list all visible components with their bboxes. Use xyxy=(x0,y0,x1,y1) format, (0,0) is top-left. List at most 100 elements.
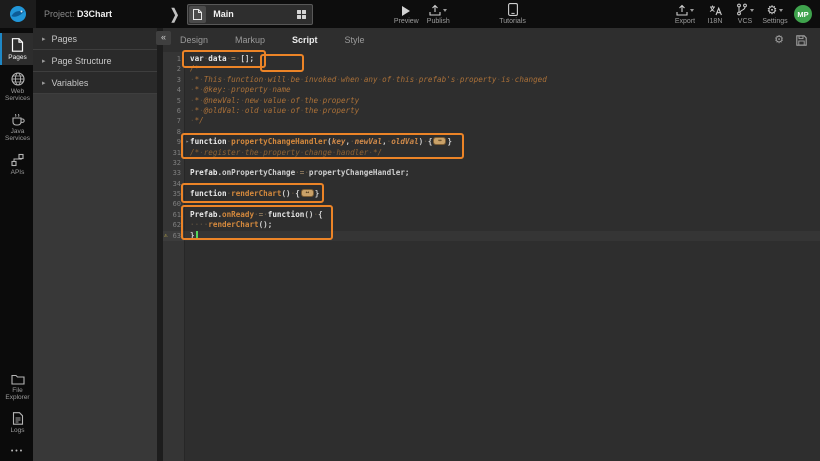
code-line[interactable]: 31/*·register·the·property·change·handle… xyxy=(163,148,820,158)
branch-icon xyxy=(736,3,748,16)
code-text: var·data·=·[]; xyxy=(185,54,254,64)
code-text: ····renderChart(); xyxy=(185,220,272,230)
translate-icon xyxy=(709,4,722,16)
editor-settings-gear-icon[interactable]: ⚙ xyxy=(774,35,784,46)
code-text: function·renderChart()·{↔} xyxy=(185,189,319,199)
code-line[interactable]: 34 xyxy=(163,179,820,189)
code-line[interactable]: 60 xyxy=(163,199,820,209)
pages-panel: ▸ Pages ▸ Page Structure ▸ Variables xyxy=(33,28,157,461)
settings-button[interactable]: ⚙ Settings xyxy=(762,4,788,25)
page-tab-main[interactable]: Main xyxy=(187,4,313,25)
tab-design[interactable]: Design xyxy=(180,35,208,45)
code-line[interactable]: 33Prefab.onPropertyChange·=·propertyChan… xyxy=(163,168,820,178)
preview-button[interactable]: Preview xyxy=(393,4,419,25)
code-line[interactable]: 6·*·@oldVal:·old·value·of·the·property xyxy=(163,106,820,116)
line-number: 1 xyxy=(163,54,185,64)
export-button[interactable]: Export xyxy=(672,4,698,25)
chevron-down-icon xyxy=(443,9,447,12)
line-number: 9▸ xyxy=(163,137,185,147)
panel-empty-area xyxy=(33,94,157,461)
vcs-label: VCS xyxy=(738,18,752,25)
globe-icon xyxy=(11,72,25,86)
code-text xyxy=(185,179,190,189)
breadcrumb-chevron-icon[interactable]: ❯ xyxy=(170,6,179,23)
line-number: 60 xyxy=(163,199,185,209)
settings-label: Settings xyxy=(762,18,787,25)
line-number: 33 xyxy=(163,168,185,178)
gear-icon: ⚙ xyxy=(767,4,778,16)
code-line[interactable]: 4·*·@key:·property·name xyxy=(163,85,820,95)
save-icon[interactable] xyxy=(796,35,807,46)
code-text: ·*/ xyxy=(185,116,204,126)
code-text: ·*·@key:·property·name xyxy=(185,85,291,95)
log-file-icon xyxy=(12,412,24,425)
rail-item-java-services[interactable]: Java Services xyxy=(0,108,33,146)
tutorials-button[interactable]: Tutorials xyxy=(499,4,526,25)
line-number: 6 xyxy=(163,106,185,116)
panel-section-page-structure[interactable]: ▸ Page Structure xyxy=(33,50,157,72)
code-text: ·*·@newVal:·new·value·of·the·property xyxy=(185,96,359,106)
tab-script[interactable]: Script xyxy=(292,35,318,45)
code-line[interactable]: 5·*·@newVal:·new·value·of·the·property xyxy=(163,96,820,106)
rail-item-pages[interactable]: Pages xyxy=(0,33,33,65)
chevron-down-icon xyxy=(690,9,694,12)
code-line[interactable]: 35function·renderChart()·{↔} xyxy=(163,189,820,199)
line-number: 34 xyxy=(163,179,185,189)
code-line[interactable]: 2/* xyxy=(163,64,820,74)
more-options-icon[interactable]: ••• xyxy=(9,440,24,461)
panel-section-pages[interactable]: ▸ Pages xyxy=(33,28,157,50)
rail-item-logs[interactable]: Logs xyxy=(0,407,33,438)
app-window: Project: D3Chart ❯ Main Preview Publish xyxy=(0,0,820,461)
panel-section-label: Variables xyxy=(52,78,89,88)
code-line[interactable]: 7·*/ xyxy=(163,116,820,126)
code-line[interactable]: ⚠63} xyxy=(163,231,820,241)
code-line[interactable]: 61Prefab.onReady·=·function()·{ xyxy=(163,210,820,220)
script-editor[interactable]: 1var·data·=·[];2/*3·*·This·function·will… xyxy=(163,52,820,461)
chevron-down-icon xyxy=(750,9,754,12)
user-avatar[interactable]: MP xyxy=(794,5,812,23)
export-icon xyxy=(676,4,688,16)
code-line[interactable]: 62····renderChart(); xyxy=(163,220,820,230)
tutorials-icon xyxy=(508,3,518,16)
i18n-button[interactable]: I18N xyxy=(702,4,728,25)
rail-item-apis[interactable]: APIs xyxy=(0,148,33,180)
panel-collapse-button[interactable]: « xyxy=(156,31,171,45)
rail-label: Java Services xyxy=(2,128,33,142)
publish-button[interactable]: Publish xyxy=(425,4,451,25)
tab-style[interactable]: Style xyxy=(345,35,365,45)
grid-view-icon[interactable] xyxy=(297,10,306,19)
code-line[interactable]: 3·*·This·function·will·be·invoked·when·a… xyxy=(163,75,820,85)
page-icon xyxy=(189,6,206,23)
code-line[interactable]: 9▸function·propertyChangeHandler(key,·ne… xyxy=(163,137,820,147)
code-line[interactable]: 1var·data·=·[]; xyxy=(163,54,820,64)
folded-code-widget[interactable]: ↔ xyxy=(301,189,314,197)
vcs-button[interactable]: VCS xyxy=(732,4,758,25)
rail-item-file-explorer[interactable]: File Explorer xyxy=(0,368,33,405)
main-area: Pages Web Services Java Services APIs Fi… xyxy=(0,28,820,461)
folder-icon xyxy=(11,373,25,385)
wavemaker-logo[interactable] xyxy=(0,0,36,28)
code-text: /*·register·the·property·change·handler·… xyxy=(185,148,382,158)
text-cursor xyxy=(196,231,198,240)
tab-markup[interactable]: Markup xyxy=(235,35,265,45)
code-text: function·propertyChangeHandler(key,·newV… xyxy=(185,137,452,147)
project-name: Project: D3Chart xyxy=(44,9,112,19)
line-number: 31 xyxy=(163,148,185,158)
panel-section-label: Page Structure xyxy=(52,56,112,66)
i18n-label: I18N xyxy=(708,18,723,25)
panel-section-variables[interactable]: ▸ Variables xyxy=(33,72,157,94)
coffee-cup-icon xyxy=(11,113,25,126)
api-connector-icon xyxy=(11,153,25,167)
code-line[interactable]: 8 xyxy=(163,127,820,137)
rail-item-web-services[interactable]: Web Services xyxy=(0,67,33,106)
code-line[interactable]: 32 xyxy=(163,158,820,168)
code-lines: 1var·data·=·[];2/*3·*·This·function·will… xyxy=(163,52,820,241)
line-number: 62 xyxy=(163,220,185,230)
left-rail: Pages Web Services Java Services APIs Fi… xyxy=(0,28,33,461)
fold-arrow-icon[interactable]: ▸ xyxy=(186,137,189,147)
expand-arrow-icon: ▸ xyxy=(42,57,46,65)
code-text: ·*·This·function·will·be·invoked·when·an… xyxy=(185,75,547,85)
code-text xyxy=(185,199,190,209)
folded-code-widget[interactable]: ↔ xyxy=(433,137,446,145)
code-text: ·*·@oldVal:·old·value·of·the·property xyxy=(185,106,359,116)
